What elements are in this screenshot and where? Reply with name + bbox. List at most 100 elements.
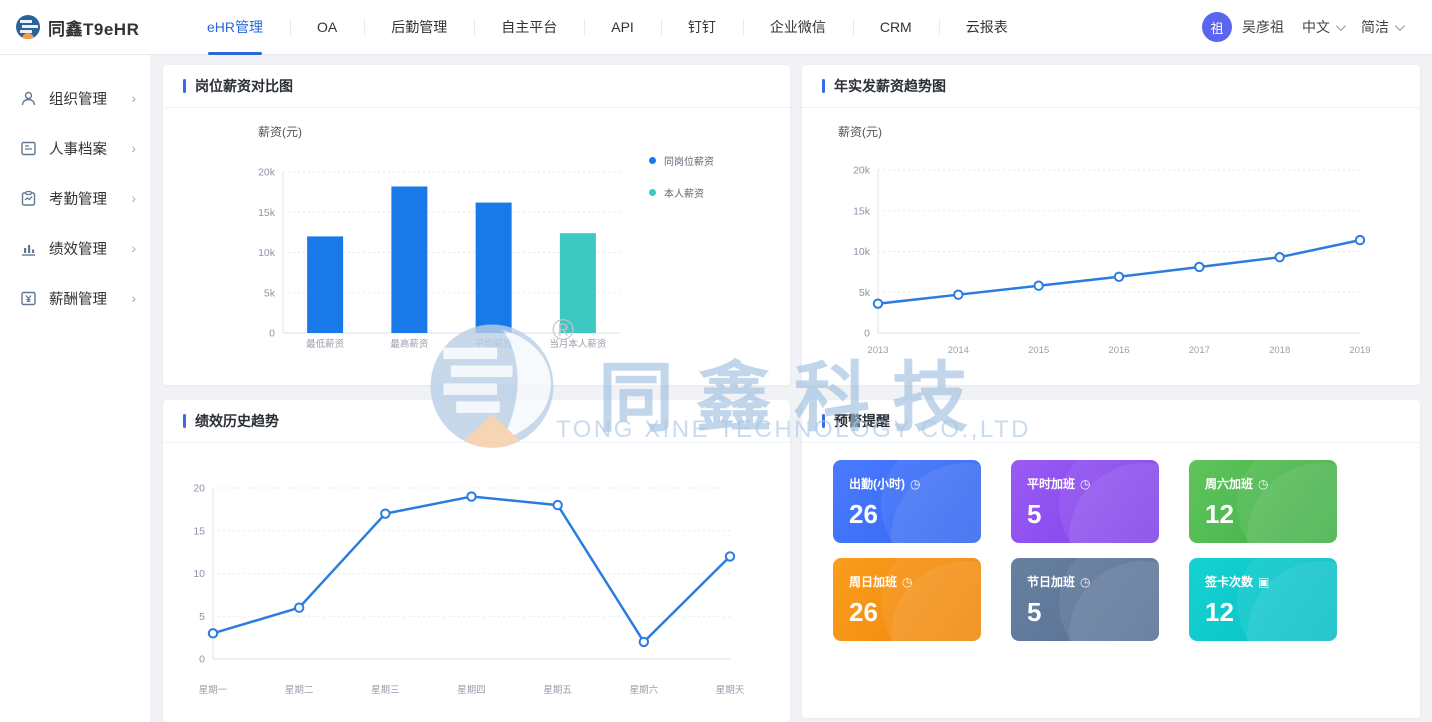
app-brand[interactable]: 同鑫T9eHR [0,15,180,40]
svg-text:星期二: 星期二 [285,685,314,696]
panel-position-salary-comparison: 岗位薪资对比图 薪资(元) 05k10k15k20k最低薪资最高薪资平均薪资当月… [163,65,790,385]
nav-item-7[interactable]: CRM [853,0,939,55]
language-dropdown[interactable]: 中文 [1302,17,1343,37]
svg-text:20k: 20k [853,165,871,177]
performance-icon [20,240,37,257]
archive-icon [20,140,37,157]
svg-text:15k: 15k [258,207,276,219]
legend-label: 本人薪资 [664,185,704,200]
legend-entry-0[interactable]: 同岗位薪资 [649,153,714,168]
y-axis-label: 薪资(元) [838,123,882,140]
y-axis-label: 薪资(元) [258,123,302,140]
user-name[interactable]: 吴彦祖 [1242,17,1284,37]
card-value: 12 [1205,597,1337,628]
chevron-right-icon: › [131,90,136,106]
svg-text:0: 0 [864,328,870,340]
calendar-icon: ▣ [1258,575,1269,589]
card-value: 5 [1027,597,1159,628]
nav-item-6[interactable]: 企业微信 [743,0,853,55]
svg-text:10: 10 [193,568,205,580]
svg-text:星期五: 星期五 [543,685,572,696]
legend-entry-1[interactable]: 本人薪资 [649,185,714,200]
svg-text:2018: 2018 [1269,345,1290,356]
panel-performance-history: 绩效历史趋势 05101520星期一星期二星期三星期四星期五星期六星期天 [163,400,790,722]
panel-title: 绩效历史趋势 [195,411,279,431]
attendance-icon [20,190,37,207]
chevron-down-icon [1395,21,1405,31]
svg-text:2013: 2013 [867,345,888,356]
chevron-right-icon: › [131,240,136,256]
card-value: 5 [1027,499,1159,530]
company-logo-icon [16,15,40,39]
panel-alerts: 预警提醒 出勤(小时)◷26平时加班◷5周六加班◷12周日加班◷26节日加班◷5… [802,400,1420,718]
title-accent-bar [183,414,186,428]
svg-text:2015: 2015 [1028,345,1049,356]
line-chart[interactable]: 05k10k15k20k2013201420152016201720182019 [822,155,1372,375]
chevron-right-icon: › [131,190,136,206]
nav-item-2[interactable]: 后勤管理 [364,0,474,55]
alert-card-0[interactable]: 出勤(小时)◷26 [833,460,981,543]
svg-text:5k: 5k [264,287,276,299]
sidebar-item-0[interactable]: 组织管理› [0,73,150,123]
svg-text:0: 0 [269,328,275,340]
card-label: 平时加班◷ [1027,475,1159,492]
sidebar-item-label: 组织管理 [49,88,131,109]
card-value: 26 [849,597,981,628]
clock-icon: ◷ [1258,477,1268,491]
title-accent-bar [822,414,825,428]
alert-card-3[interactable]: 周日加班◷ 26 [833,558,981,641]
card-label: 节日加班◷ [1027,573,1159,590]
nav-item-5[interactable]: 钉钉 [661,0,743,55]
svg-text:15k: 15k [853,205,871,217]
clock-icon: ◷ [1080,477,1090,491]
clock-icon: ◷ [1080,575,1090,589]
panel-header: 岗位薪资对比图 [163,65,790,108]
alert-card-2[interactable]: 周六加班◷12 [1189,460,1337,543]
svg-text:2019: 2019 [1349,345,1370,356]
chevron-right-icon: › [131,290,136,306]
alert-card-5[interactable]: 签卡次数▣ 12 [1189,558,1337,641]
main-nav: eHR管理OA后勤管理自主平台API钉钉企业微信CRM云报表 [180,0,1035,55]
sidebar-item-2[interactable]: 考勤管理› [0,173,150,223]
nav-item-4[interactable]: API [584,0,661,55]
alert-card-1[interactable]: 平时加班◷ 5 [1011,460,1159,543]
svg-text:10k: 10k [853,246,871,258]
sidebar-item-label: 绩效管理 [49,238,131,259]
panel-header: 预警提醒 [802,400,1420,443]
sidebar-item-4[interactable]: 薪酬管理› [0,273,150,323]
panel-header: 绩效历史趋势 [163,400,790,443]
clock-icon: ◷ [902,575,912,589]
panel-title: 年实发薪资趋势图 [834,76,946,96]
nav-item-8[interactable]: 云报表 [939,0,1035,55]
top-navigation-bar: 同鑫T9eHR eHR管理OA后勤管理自主平台API钉钉企业微信CRM云报表 祖… [0,0,1432,55]
theme-dropdown[interactable]: 简洁 [1361,17,1402,37]
svg-text:20k: 20k [258,167,276,179]
topbar-user-area: 祖 吴彦祖 中文 简洁 [1202,12,1432,42]
avatar[interactable]: 祖 [1202,12,1232,42]
svg-text:星期一: 星期一 [199,685,228,696]
theme-label: 简洁 [1361,17,1389,37]
sidebar-item-1[interactable]: 人事档案› [0,123,150,173]
org-icon [20,90,37,107]
svg-text:平均薪资: 平均薪资 [475,338,514,350]
svg-text:10k: 10k [258,247,276,259]
svg-text:当月本人薪资: 当月本人薪资 [549,338,607,350]
card-label: 周日加班◷ [849,573,981,590]
svg-text:5: 5 [199,611,205,623]
card-label: 签卡次数▣ [1205,573,1337,590]
nav-item-1[interactable]: OA [290,0,364,55]
salary-icon [20,290,37,307]
nav-item-3[interactable]: 自主平台 [474,0,584,55]
line-chart[interactable]: 05101520星期一星期二星期三星期四星期五星期六星期天 [173,455,745,720]
nav-item-0[interactable]: eHR管理 [180,0,290,55]
chart-legend: 同岗位薪资本人薪资 [649,153,714,200]
bar-chart[interactable]: 05k10k15k20k最低薪资最高薪资平均薪资当月本人薪资 [233,155,630,390]
chevron-right-icon: › [131,140,136,156]
card-label: 周六加班◷ [1205,475,1337,492]
sidebar-item-3[interactable]: 绩效管理› [0,223,150,273]
alert-card-4[interactable]: 节日加班◷ 5 [1011,558,1159,641]
svg-text:星期六: 星期六 [630,684,659,696]
svg-text:15: 15 [193,525,205,537]
card-label: 出勤(小时)◷ [849,475,981,492]
svg-text:最低薪资: 最低薪资 [306,338,345,350]
